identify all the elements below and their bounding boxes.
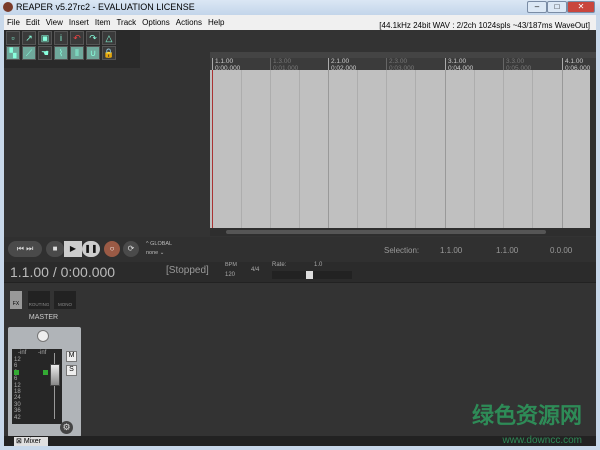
- new-project-icon[interactable]: ▫: [6, 31, 20, 45]
- save-project-icon[interactable]: ▣: [38, 31, 52, 45]
- stop-button[interactable]: ■: [46, 241, 64, 257]
- metronome-icon[interactable]: △: [102, 31, 116, 45]
- pause-button[interactable]: ❚❚: [82, 241, 100, 257]
- master-label: MASTER: [28, 314, 59, 321]
- master-strip: -inf-inf 12606121824303642 M S ⚙: [8, 327, 81, 437]
- scroll-thumb[interactable]: [226, 230, 546, 234]
- menu-options[interactable]: Options: [139, 15, 173, 27]
- bpm-label: BPM: [225, 262, 237, 268]
- menu-view[interactable]: View: [43, 15, 66, 27]
- horizontal-scrollbar[interactable]: [210, 228, 596, 236]
- timeline-ruler[interactable]: 1.1.00 0:00.000 1.3.00 0:01.000 2.1.00 0:02…: [210, 52, 596, 72]
- selection-start[interactable]: 1.1.00: [440, 246, 462, 255]
- watermark: 绿色资源网: [471, 403, 582, 428]
- rate-label: Rate:: [272, 262, 287, 268]
- menu-item[interactable]: Item: [92, 15, 114, 27]
- menu-track[interactable]: Track: [113, 15, 139, 27]
- grouping-icon[interactable]: ☚: [38, 46, 52, 60]
- solo-button[interactable]: S: [66, 365, 77, 376]
- lock-icon[interactable]: 🔒: [102, 46, 116, 60]
- volume-fader[interactable]: [50, 364, 60, 386]
- window-title: REAPER v5.27rc2 - EVALUATION LICENSE: [16, 2, 195, 12]
- menu-insert[interactable]: Insert: [66, 15, 92, 27]
- arrange-view[interactable]: [210, 70, 590, 228]
- time-position[interactable]: 1.1.00 / 0:00.000: [10, 264, 115, 280]
- audio-format-status[interactable]: [44.1kHz 24bit WAV : 2/2ch 1024spls ~43/…: [376, 18, 593, 30]
- main-area: ▫ ↗ ▣ i ↶ ↷ △ ▚ ⟋ ☚ ⌇ ⦀ ∪ 🔒 1.1.00 0:00.000 1.3.00 0:0…: [4, 30, 596, 446]
- menu-bar: File Edit View Insert Item Track Options Action…: [4, 15, 596, 30]
- auto-crossfade-icon[interactable]: ▚: [6, 46, 20, 60]
- watermark-url: www.downcc.com: [502, 435, 582, 446]
- selection-length[interactable]: 0.0.00: [550, 246, 572, 255]
- toolbar: ▫ ↗ ▣ i ↶ ↷ △ ▚ ⟋ ☚ ⌇ ⦀ ∪ 🔒: [4, 30, 140, 68]
- ripple-icon[interactable]: ∪: [86, 46, 100, 60]
- rate-slider[interactable]: [272, 271, 352, 279]
- reaper-logo-icon: [3, 2, 13, 12]
- go-to-start-end-button[interactable]: ⏮ ⏭: [8, 241, 42, 257]
- menu-edit[interactable]: Edit: [23, 15, 43, 27]
- routing-button[interactable]: ROUTING: [28, 291, 50, 309]
- volume-meter: -inf-inf 12606121824303642: [12, 349, 62, 424]
- pan-knob[interactable]: [37, 330, 49, 342]
- title-bar: REAPER v5.27rc2 - EVALUATION LICENSE – □…: [0, 0, 600, 15]
- meter-scale: 12606121824303642: [14, 357, 21, 421]
- rate-slider-thumb[interactable]: [306, 271, 313, 279]
- status-bar: 1.1.00 / 0:00.000 [Stopped] BPM 120 4/4 …: [4, 262, 596, 282]
- record-button[interactable]: ○: [104, 241, 120, 257]
- meter-level-right: [43, 370, 48, 375]
- selection-label: Selection:: [384, 246, 420, 255]
- undo-icon[interactable]: ↶: [70, 31, 84, 45]
- close-button[interactable]: ✕: [567, 1, 595, 13]
- play-state: [Stopped]: [166, 265, 209, 276]
- envelope-link-icon[interactable]: ⟋: [22, 46, 36, 60]
- master-track: FX ROUTING MONO MASTER -inf-inf 12606121…: [6, 289, 81, 437]
- global-automation[interactable]: ^ GLOBAL none ⌄: [146, 241, 172, 256]
- open-project-icon[interactable]: ↗: [22, 31, 36, 45]
- rate-value: 1.0: [314, 262, 323, 268]
- menu-help[interactable]: Help: [205, 15, 227, 27]
- transport-bar: ⏮ ⏭ ■ ▶ ❚❚ ○ ⟳ ^ GLOBAL none ⌄ Selection:…: [4, 237, 596, 262]
- selection-end[interactable]: 1.1.00: [496, 246, 518, 255]
- grid-icon[interactable]: ⦀: [70, 46, 84, 60]
- mute-button[interactable]: M: [66, 351, 77, 362]
- repeat-button[interactable]: ⟳: [123, 241, 139, 257]
- time-signature[interactable]: 4/4: [251, 267, 259, 273]
- vertical-scrollbar[interactable]: [590, 70, 596, 228]
- play-button[interactable]: ▶: [64, 241, 82, 257]
- gear-icon[interactable]: ⚙: [60, 421, 73, 434]
- minimize-button[interactable]: –: [527, 1, 547, 13]
- tab-mixer[interactable]: ⊠ Mixer: [14, 437, 48, 446]
- snap-icon[interactable]: ⌇: [54, 46, 68, 60]
- menu-actions[interactable]: Actions: [173, 15, 205, 27]
- mono-button[interactable]: MONO: [54, 291, 76, 309]
- redo-icon[interactable]: ↷: [86, 31, 100, 45]
- bpm-value[interactable]: 120: [225, 272, 235, 278]
- meter-level-left: [14, 370, 19, 375]
- menu-file[interactable]: File: [4, 15, 23, 27]
- project-settings-icon[interactable]: i: [54, 31, 68, 45]
- fx-button[interactable]: FX: [10, 291, 22, 309]
- maximize-button[interactable]: □: [547, 1, 567, 13]
